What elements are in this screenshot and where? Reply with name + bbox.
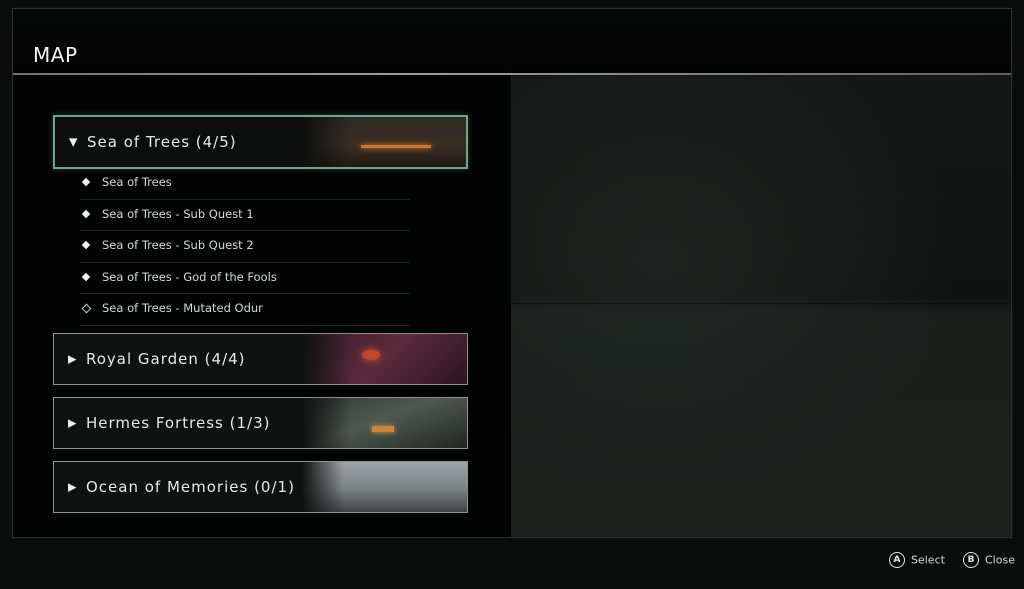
region-royal-garden[interactable]: ▶ Royal Garden (4/4) — [53, 333, 468, 385]
list-item[interactable]: Sea of Trees - Sub Quest 1 — [80, 200, 410, 231]
select-hint[interactable]: A Select — [889, 552, 945, 570]
sub-quest-list: Sea of Trees Sea of Trees - Sub Quest 1 … — [80, 168, 410, 326]
page-title: MAP — [33, 43, 78, 67]
list-item-label: Sea of Trees — [102, 175, 172, 189]
close-label: Close — [985, 553, 1015, 567]
region-label: Sea of Trees (4/5) — [87, 133, 237, 151]
filled-diamond-icon — [81, 209, 91, 218]
region-thumbnail-ocean-of-memories — [302, 462, 467, 512]
a-button-icon: A — [889, 552, 905, 568]
list-item[interactable]: Sea of Trees - God of the Fools — [80, 263, 410, 294]
region-thumbnail-hermes-fortress — [302, 398, 467, 448]
chevron-right-icon: ▶ — [68, 480, 77, 494]
region-sea-of-trees[interactable]: ▼ Sea of Trees (4/5) — [53, 115, 468, 169]
select-label: Select — [911, 553, 945, 567]
close-hint[interactable]: B Close — [963, 552, 1015, 570]
filled-diamond-icon — [81, 177, 91, 187]
list-item-label: Sea of Trees - God of the Fools — [102, 269, 277, 284]
filled-diamond-icon — [81, 240, 91, 250]
list-item-label: Sea of Trees - Mutated Odur — [102, 301, 263, 315]
chevron-right-icon: ▶ — [68, 416, 77, 430]
filled-diamond-icon — [81, 272, 91, 281]
region-label: Hermes Fortress (1/3) — [86, 414, 271, 432]
chevron-down-icon: ▼ — [69, 135, 78, 149]
list-item-label: Sea of Trees - Sub Quest 1 — [102, 206, 254, 221]
region-ocean-of-memories[interactable]: ▶ Ocean of Memories (0/1) — [53, 461, 468, 513]
chevron-right-icon: ▶ — [68, 352, 77, 366]
list-item[interactable]: Sea of Trees — [80, 168, 410, 200]
map-preview-panel — [511, 75, 1011, 537]
list-item[interactable]: Sea of Trees - Mutated Odur — [80, 294, 410, 326]
region-label: Royal Garden (4/4) — [86, 350, 246, 368]
region-thumbnail-royal-garden — [302, 334, 467, 384]
b-button-icon: B — [963, 552, 979, 568]
hollow-diamond-icon — [81, 303, 92, 314]
list-item-label: Sea of Trees - Sub Quest 2 — [102, 238, 254, 252]
list-item[interactable]: Sea of Trees - Sub Quest 2 — [80, 231, 410, 263]
region-thumbnail-sea-of-trees — [301, 117, 466, 167]
region-hermes-fortress[interactable]: ▶ Hermes Fortress (1/3) — [53, 397, 468, 449]
header: MAP — [13, 9, 1011, 75]
region-label: Ocean of Memories (0/1) — [86, 478, 295, 496]
